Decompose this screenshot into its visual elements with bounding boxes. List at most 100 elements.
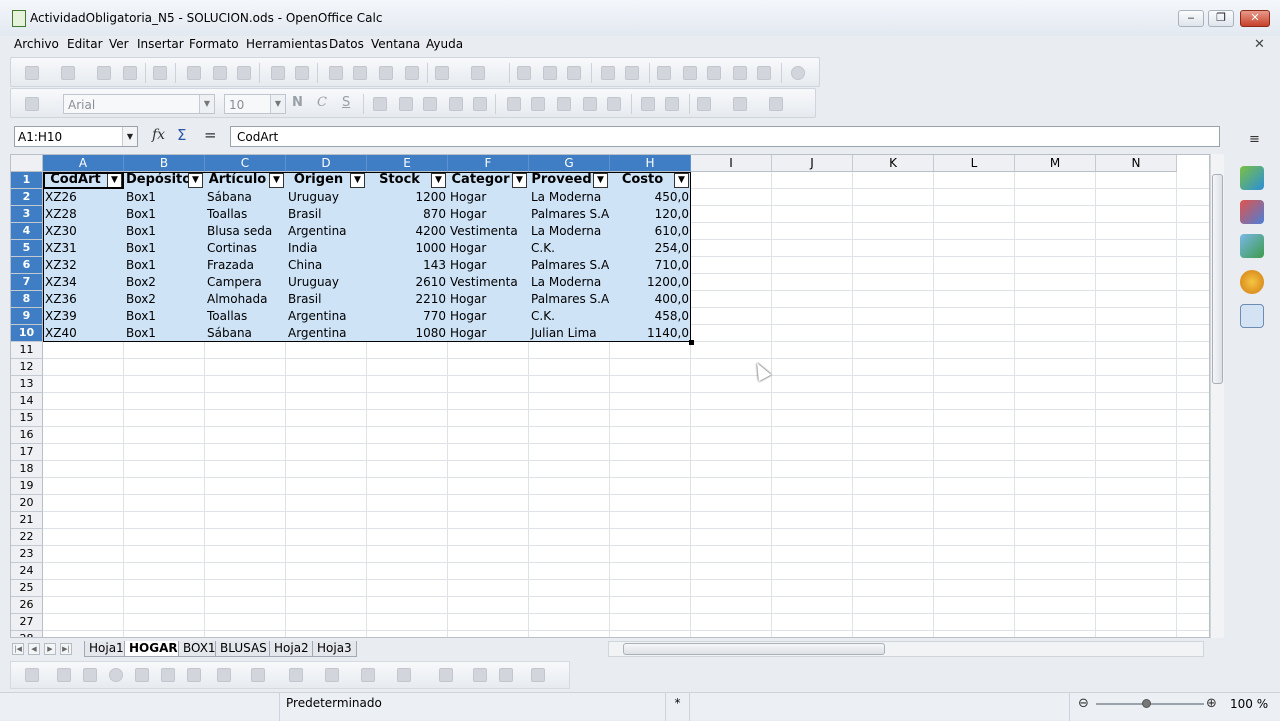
undo-icon[interactable] [435,66,449,80]
chevron-down-icon[interactable]: ▼ [270,95,285,113]
table-cell[interactable]: 610,0 [610,223,691,240]
table-cell[interactable]: 1200 [367,189,448,206]
draw-functions-icon[interactable] [683,66,697,80]
sort-descending-icon[interactable] [567,66,581,80]
table-cell[interactable]: Hogar [448,240,529,257]
freeform-icon[interactable] [135,668,149,682]
table-cell[interactable]: 4200 [367,223,448,240]
font-color-icon[interactable] [769,97,783,111]
autofilter-dropdown-icon[interactable]: ▼ [593,173,608,188]
last-sheet-icon[interactable]: ▶| [60,643,72,655]
table-cell[interactable]: Toallas [205,308,286,325]
table-cell[interactable]: 1000 [367,240,448,257]
page-preview-icon[interactable] [237,66,251,80]
pdf-icon[interactable] [187,66,201,80]
table-cell[interactable]: Uruguay [286,189,367,206]
table-cell[interactable]: 770 [367,308,448,325]
table-cell[interactable]: Vestimenta [448,223,529,240]
table-cell[interactable]: Palmares S.A [529,257,610,274]
row-header-27[interactable]: 27 [11,614,43,631]
new-icon[interactable] [25,66,39,80]
find-icon[interactable] [657,66,671,80]
row-header-28[interactable]: 28 [11,631,43,637]
function-wizard-icon[interactable]: fx [152,127,165,143]
email-icon[interactable] [123,66,137,80]
gallery-toolbar-icon[interactable] [733,66,747,80]
column-header-a[interactable]: A [43,155,124,172]
row-header-1[interactable]: 1 [11,172,43,189]
table-cell[interactable]: 2210 [367,291,448,308]
zoom-level[interactable]: 100 % [1230,697,1268,711]
sidebar-menu-icon[interactable]: ≡ [1249,132,1260,147]
sort-ascending-icon[interactable] [543,66,557,80]
row-header-7[interactable]: 7 [11,274,43,291]
paste-icon[interactable] [379,66,393,80]
gallery-icon[interactable] [1240,234,1264,258]
table-cell[interactable]: XZ39 [43,308,124,325]
select-arrow-icon[interactable] [25,668,39,682]
column-header-h[interactable]: H [610,155,691,172]
column-header-i[interactable]: I [691,155,772,172]
flowchart-icon[interactable] [325,668,339,682]
row-header-19[interactable]: 19 [11,478,43,495]
table-cell[interactable]: Palmares S.A [529,206,610,223]
underline-button[interactable]: S [342,95,350,110]
table-cell[interactable]: Blusa seda [205,223,286,240]
fontwork-icon[interactable] [473,668,487,682]
table-cell[interactable]: 1080 [367,325,448,342]
open-icon[interactable] [61,66,75,80]
menu-insertar[interactable]: Insertar [137,37,184,51]
table-cell[interactable]: Campera [205,274,286,291]
table-cell[interactable]: La Moderna [529,223,610,240]
column-title-cell[interactable]: Proveed [529,172,594,189]
edit-file-icon[interactable] [153,66,167,80]
table-cell[interactable]: India [286,240,367,257]
help-icon[interactable] [791,66,805,80]
table-cell[interactable]: Uruguay [286,274,367,291]
chevron-down-icon[interactable]: ▼ [122,127,137,146]
table-cell[interactable]: Hogar [448,257,529,274]
table-cell[interactable]: Argentina [286,325,367,342]
styles-icon[interactable] [1240,200,1264,224]
block-arrows-icon[interactable] [289,668,303,682]
table-cell[interactable]: XZ31 [43,240,124,257]
autofill-handle[interactable] [689,340,694,345]
column-header-g[interactable]: G [529,155,610,172]
close-document-icon[interactable]: ✕ [1254,37,1265,52]
autospell-icon[interactable] [295,66,309,80]
table-cell[interactable]: 450,0 [610,189,691,206]
row-header-13[interactable]: 13 [11,376,43,393]
row-header-24[interactable]: 24 [11,563,43,580]
table-cell[interactable]: 458,0 [610,308,691,325]
table-cell[interactable]: China [286,257,367,274]
row-header-6[interactable]: 6 [11,257,43,274]
spellcheck-icon[interactable] [271,66,285,80]
column-header-j[interactable]: J [772,155,853,172]
name-box[interactable]: A1:H10 ▼ [14,126,138,147]
page-style[interactable]: Predeterminado [280,693,666,721]
spreadsheet-grid[interactable]: CodArt ▼ Depósito ▼ Artículo ▼ Origen ▼ Stock ▼ Ca… [10,154,1210,638]
italic-button[interactable]: C [317,95,327,110]
table-cell[interactable]: Toallas [205,206,286,223]
ellipse-icon[interactable] [109,668,123,682]
format-paintbrush-icon[interactable] [405,66,419,80]
table-cell[interactable]: 400,0 [610,291,691,308]
table-cell[interactable]: 254,0 [610,240,691,257]
menu-archivo[interactable]: Archivo [14,37,59,51]
table-cell[interactable]: Box1 [124,189,205,206]
row-header-14[interactable]: 14 [11,393,43,410]
horizontal-scroll-thumb[interactable] [623,643,885,655]
add-decimal-icon[interactable] [583,97,597,111]
number-format-icon[interactable] [557,97,571,111]
column-header-l[interactable]: L [934,155,1015,172]
extrusion-icon[interactable] [531,668,545,682]
chevron-down-icon[interactable]: ▼ [199,95,214,113]
table-cell[interactable]: Julian Lima [529,325,610,342]
column-header-k[interactable]: K [853,155,934,172]
row-header-22[interactable]: 22 [11,529,43,546]
pivot-table-icon[interactable] [625,66,639,80]
table-cell[interactable]: Sábana [205,189,286,206]
table-cell[interactable]: 1200,0 [610,274,691,291]
column-header-c[interactable]: C [205,155,286,172]
table-cell[interactable]: Hogar [448,206,529,223]
